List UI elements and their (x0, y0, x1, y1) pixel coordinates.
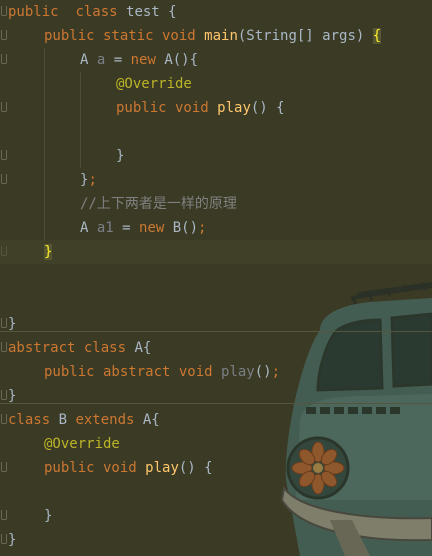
code-line[interactable]: } (0, 528, 432, 552)
code-token: a1 (96, 220, 114, 236)
code-token: A{ (142, 412, 160, 428)
code-line-text: }; (80, 168, 97, 192)
code-line-text: } (44, 240, 53, 264)
code-token: A{ (134, 340, 152, 356)
code-line[interactable]: //上下两者是一样的原理 (0, 192, 432, 216)
code-token: @Override (116, 76, 192, 92)
code-token: ; (271, 364, 281, 380)
code-line-text: class B extends A{ (8, 408, 160, 432)
code-line[interactable] (0, 288, 432, 312)
code-line[interactable]: A a1 = new B(); (0, 216, 432, 240)
code-line[interactable]: @Override (0, 72, 432, 96)
code-line-text: } (8, 312, 16, 336)
code-token: } (44, 508, 53, 524)
code-line[interactable]: public void play() { (0, 456, 432, 480)
code-line[interactable] (0, 120, 432, 144)
code-token: } (8, 388, 17, 404)
code-line-text: } (44, 504, 52, 528)
code-token: test { (117, 4, 177, 20)
code-line[interactable]: A a = new A(){ (0, 48, 432, 72)
code-token: class (75, 4, 118, 20)
code-token: = (105, 52, 131, 68)
code-token: } (8, 532, 17, 548)
code-line-text: public class test { (8, 0, 177, 24)
code-line[interactable]: } (0, 312, 432, 336)
code-token: } (116, 148, 125, 164)
code-token: play (221, 364, 255, 380)
code-token: play (145, 460, 179, 476)
code-token: public static void (44, 28, 205, 44)
code-line[interactable]: public static void main(String[] args) { (0, 24, 432, 48)
code-line-text: } (8, 528, 16, 552)
code-token: A(){ (164, 52, 199, 68)
code-token: extends (75, 412, 143, 428)
code-line-text: A a = new A(){ (80, 48, 198, 72)
code-line-text: public static void main(String[] args) { (44, 24, 382, 48)
code-token: public abstract void (44, 364, 222, 380)
method-separator (0, 403, 432, 404)
code-line[interactable]: } (0, 504, 432, 528)
code-token: } (8, 316, 17, 332)
code-line-text: public void play() { (116, 96, 285, 120)
code-token: (String[] args) (237, 28, 373, 44)
code-token: class (8, 412, 59, 428)
code-token: main (204, 28, 238, 44)
code-token: play (217, 100, 251, 116)
code-line-text: } (8, 384, 16, 408)
code-token: @Override (44, 436, 120, 452)
code-line[interactable]: public abstract void play(); (0, 360, 432, 384)
code-line[interactable]: @Override (0, 432, 432, 456)
code-line[interactable]: } (0, 240, 432, 264)
code-line[interactable]: }; (0, 168, 432, 192)
code-line-text: public abstract void play(); (44, 360, 280, 384)
code-token: ; (88, 172, 97, 188)
code-editor[interactable]: public class test {public static void ma… (0, 0, 432, 556)
code-line[interactable]: abstract class A{ (0, 336, 432, 360)
code-line-text: A a1 = new B(); (80, 216, 206, 240)
code-token: new (130, 52, 165, 68)
code-token: public void (116, 100, 218, 116)
code-line-text: public void play() { (44, 456, 213, 480)
code-line[interactable]: public class test { (0, 0, 432, 24)
code-token: public (8, 4, 59, 20)
code-line[interactable] (0, 480, 432, 504)
code-line-text: //上下两者是一样的原理 (80, 192, 237, 216)
code-line[interactable]: class B extends A{ (0, 408, 432, 432)
code-token: { (372, 28, 382, 44)
code-token: B (58, 412, 76, 428)
code-line[interactable]: } (0, 144, 432, 168)
code-line-text: } (116, 144, 124, 168)
code-token: () { (250, 100, 285, 116)
code-line-text: @Override (44, 432, 120, 456)
code-token: A (80, 220, 97, 236)
code-token: ; (198, 220, 207, 236)
code-token: = (113, 220, 140, 236)
method-separator (0, 331, 432, 332)
code-token: abstract class (8, 340, 135, 356)
code-token: () (254, 364, 272, 380)
code-token: A (80, 52, 97, 68)
code-line[interactable] (0, 264, 432, 288)
code-line[interactable]: } (0, 384, 432, 408)
code-token: } (44, 244, 53, 260)
code-token: () { (178, 460, 213, 476)
code-line-text: abstract class A{ (8, 336, 151, 360)
code-token: public void (44, 460, 146, 476)
code-token: new (139, 220, 173, 236)
code-token: B() (172, 220, 199, 236)
code-line[interactable]: public void play() { (0, 96, 432, 120)
code-token: //上下两者是一样的原理 (80, 196, 237, 212)
code-line-text: @Override (116, 72, 192, 96)
